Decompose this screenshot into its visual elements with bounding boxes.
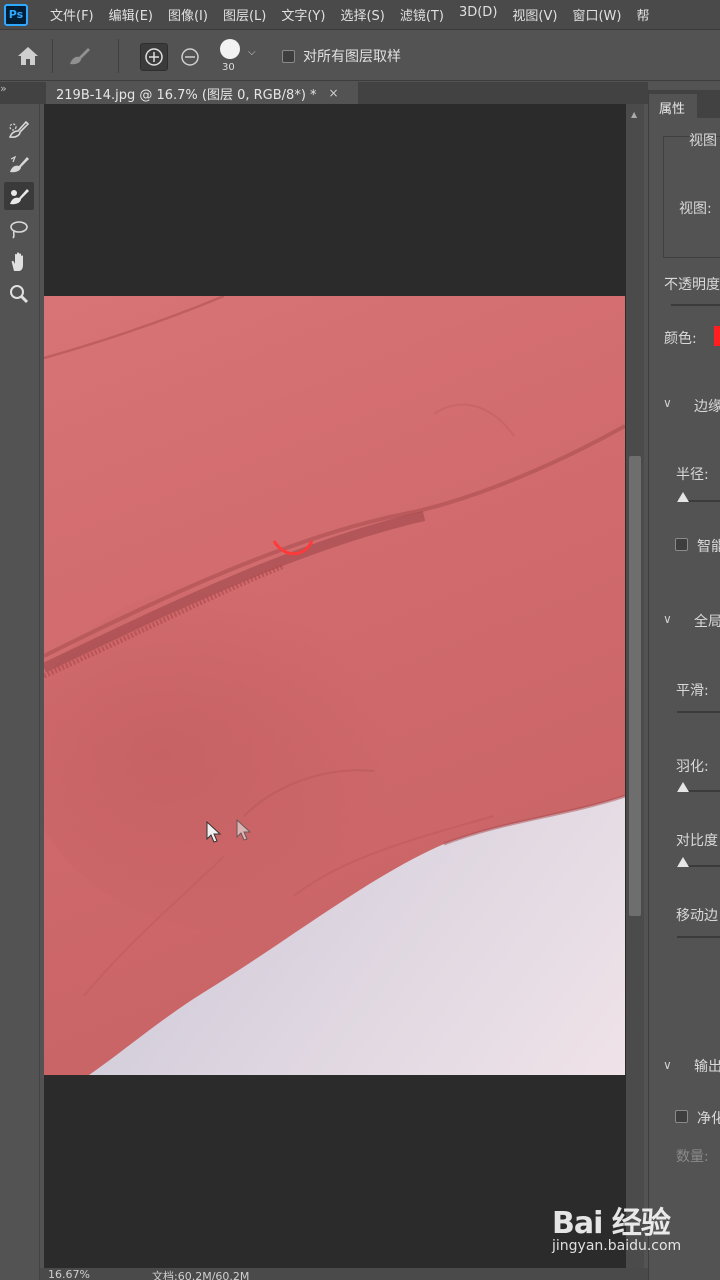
document-tab-label: 219B-14.jpg @ 16.7% (图层 0, RGB/8*) * (56, 87, 317, 103)
chevron-down-icon[interactable]: ∨ (663, 396, 672, 410)
radius-slider-thumb[interactable] (677, 492, 689, 502)
global-refinements-label[interactable]: 全局 (694, 611, 720, 631)
menu-select[interactable]: 选择(S) (340, 5, 384, 24)
add-to-selection-button[interactable] (140, 43, 168, 71)
opacity-label: 不透明度 (664, 277, 720, 293)
photoshop-logo-icon[interactable]: Ps (4, 3, 28, 26)
document-size: 文档:60.2M/60.2M (152, 1270, 250, 1280)
zoom-icon (10, 285, 29, 304)
tools-panel (0, 104, 40, 1280)
document-tab[interactable]: 219B-14.jpg @ 16.7% (图层 0, RGB/8*) * × (46, 82, 358, 104)
menu-layer[interactable]: 图层(L) (223, 5, 266, 24)
view-mode-group (663, 136, 720, 258)
view-section-label: 视图 (689, 133, 717, 149)
tab-properties[interactable]: 属性 (649, 94, 697, 118)
brush-tool[interactable] (4, 182, 34, 210)
feather-slider-thumb[interactable] (677, 782, 689, 792)
menu-edit[interactable]: 编辑(E) (109, 5, 153, 24)
brush-icon (10, 189, 29, 205)
menu-help[interactable]: 帮 (636, 5, 649, 24)
document-tab-row: » 219B-14.jpg @ 16.7% (图层 0, RGB/8*) * × (0, 82, 648, 104)
options-bar: 30 ⌵ 对所有图层取样 (0, 31, 720, 81)
close-tab-icon[interactable]: × (329, 86, 339, 100)
sample-all-layers-option[interactable]: 对所有图层取样 (282, 46, 401, 66)
minus-circle-icon (181, 48, 199, 66)
plus-circle-icon (145, 48, 163, 66)
amount-label: 数量: (676, 1149, 709, 1165)
menu-view[interactable]: 视图(V) (512, 5, 557, 24)
refine-edge-brush-tool[interactable] (4, 150, 34, 178)
refine-brush-preset-icon[interactable] (66, 44, 94, 68)
options-separator (118, 39, 119, 73)
status-bar: 16.67% 文档:60.2M/60.2M (40, 1268, 650, 1280)
subtract-from-selection-button[interactable] (176, 43, 204, 71)
refine-edge-brush-icon (10, 155, 29, 173)
quick-selection-tool[interactable] (4, 116, 34, 144)
decontaminate-colors-checkbox[interactable] (675, 1110, 688, 1123)
chevron-down-icon[interactable]: ∨ (663, 612, 672, 626)
sample-all-layers-label: 对所有图层取样 (303, 49, 401, 65)
mouse-cursor-icon (236, 818, 252, 841)
brush-tip-icon (220, 39, 240, 59)
menu-3d[interactable]: 3D(D) (459, 5, 497, 24)
contrast-slider-thumb[interactable] (677, 857, 689, 867)
menu-items: 文件(F) 编辑(E) 图像(I) 图层(L) 文字(Y) 选择(S) 滤镜(T… (50, 5, 664, 24)
color-label: 颜色: (664, 331, 697, 347)
brush-size-value: 30 (222, 62, 235, 73)
canvas-area[interactable] (44, 104, 626, 1268)
sample-all-layers-checkbox[interactable] (282, 49, 295, 63)
properties-panel: 属性 视图 视图: 不透明度 颜色: ∨ 边缘 半径: 智能 ∨ 全局 平滑: … (648, 90, 720, 1280)
menu-type[interactable]: 文字(Y) (281, 5, 325, 24)
collapse-panels-icon[interactable]: » (0, 82, 7, 95)
shift-edge-label: 移动边 (676, 908, 718, 924)
chevron-down-icon[interactable]: ⌵ (248, 47, 256, 58)
decontaminate-colors-label: 净化 (697, 1111, 720, 1127)
menu-window[interactable]: 窗口(W) (572, 5, 621, 24)
home-icon[interactable] (16, 45, 40, 67)
watermark-url: jingyan.baidu.com (552, 1238, 682, 1254)
smooth-label: 平滑: (676, 683, 709, 699)
baidu-logo: Bai 经验 (552, 1206, 671, 1241)
quick-selection-icon (8, 120, 30, 138)
options-separator (52, 39, 53, 73)
jacket-photo-with-red-overlay (44, 296, 625, 1075)
menu-file[interactable]: 文件(F) (50, 5, 94, 24)
canvas-vertical-scrollbar[interactable]: ▲ (626, 104, 644, 1268)
zoom-tool[interactable] (4, 280, 34, 308)
opacity-slider[interactable] (671, 304, 720, 306)
zoom-level[interactable]: 16.67% (48, 1268, 90, 1280)
lasso-icon (10, 221, 28, 239)
hand-tool[interactable] (4, 248, 34, 276)
output-settings-label[interactable]: 输出 (694, 1056, 720, 1076)
brush-size-picker[interactable]: 30 ⌵ (214, 39, 264, 77)
baidu-jingyan-watermark: Bai 经验 jingyan.baidu.com (552, 1196, 720, 1268)
smart-radius-checkbox[interactable] (675, 538, 688, 551)
view-label: 视图: (679, 201, 712, 217)
hand-icon (11, 252, 23, 271)
menu-bar: Ps 文件(F) 编辑(E) 图像(I) 图层(L) 文字(Y) 选择(S) 滤… (0, 0, 720, 30)
menu-image[interactable]: 图像(I) (168, 5, 208, 24)
chevron-down-icon[interactable]: ∨ (663, 1058, 672, 1072)
edge-detection-label[interactable]: 边缘 (694, 396, 720, 416)
scrollbar-thumb[interactable] (629, 456, 641, 916)
menu-filter[interactable]: 滤镜(T) (400, 5, 444, 24)
smart-radius-label: 智能 (697, 539, 720, 555)
smooth-slider[interactable] (677, 711, 720, 713)
shift-edge-slider[interactable] (677, 936, 720, 938)
document-image[interactable] (44, 296, 625, 1075)
radius-label: 半径: (676, 467, 709, 483)
overlay-color-swatch[interactable] (714, 326, 720, 346)
lasso-tool[interactable] (4, 216, 34, 244)
properties-tab-row: 属性 (649, 90, 720, 118)
mouse-cursor-icon (206, 820, 222, 843)
scroll-up-icon[interactable]: ▲ (631, 110, 637, 119)
feather-label: 羽化: (676, 759, 709, 775)
contrast-label: 对比度 (676, 833, 718, 849)
